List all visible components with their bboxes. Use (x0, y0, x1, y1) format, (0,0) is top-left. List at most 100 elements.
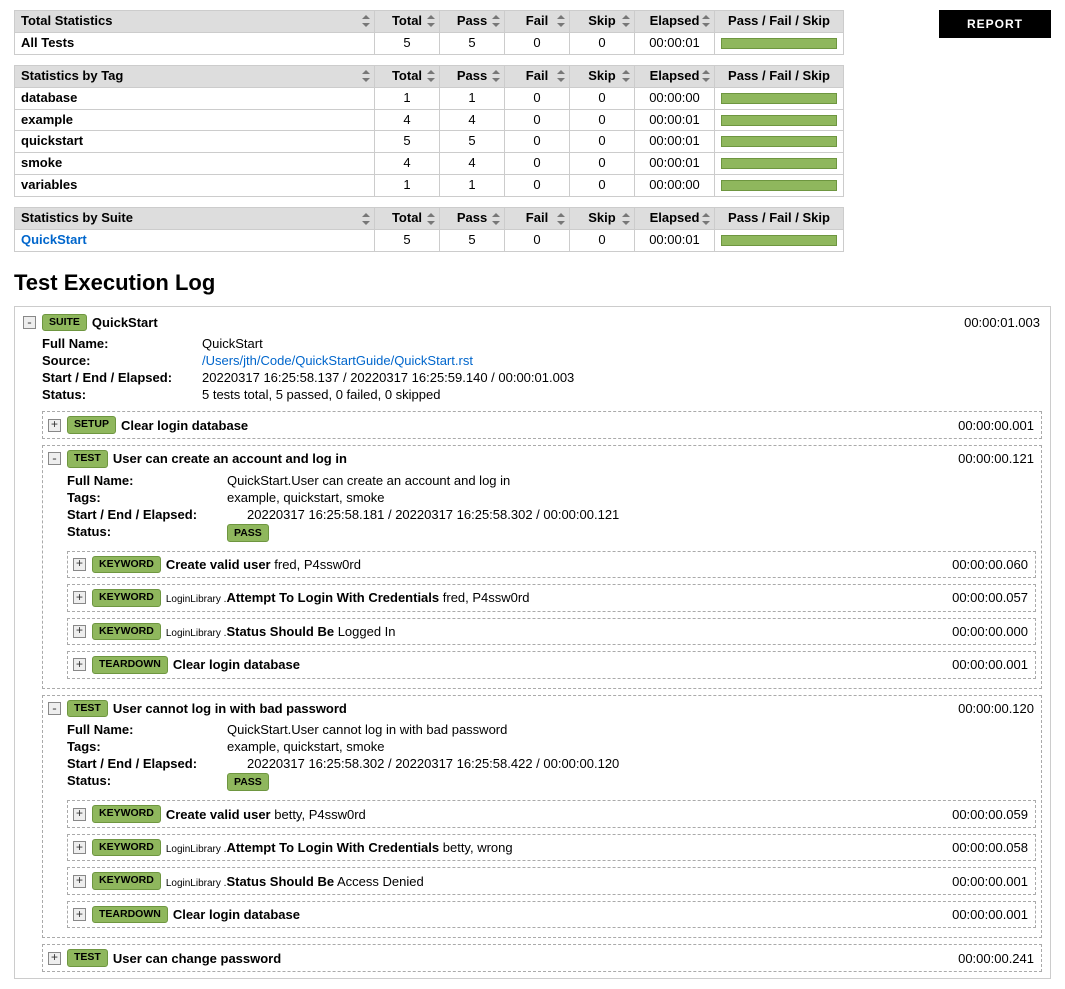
sort-icon[interactable] (622, 213, 630, 225)
keyword-line[interactable]: LoginLibrary .Attempt To Login With Cred… (166, 840, 513, 855)
test-name[interactable]: User cannot log in with bad password (113, 701, 347, 716)
stat-elapsed: 00:00:00 (635, 87, 715, 109)
keyword-args: betty, wrong (443, 840, 513, 855)
pass-fail-bar (721, 136, 837, 147)
full-name-value: QuickStart.User cannot log in with bad p… (227, 722, 507, 737)
col-header[interactable]: Total (375, 65, 440, 87)
col-header[interactable]: Total (375, 11, 440, 33)
sort-icon[interactable] (427, 15, 435, 27)
meta-label: Full Name: (67, 722, 227, 737)
col-header[interactable]: Statistics by Suite (15, 208, 375, 230)
stat-skip: 0 (570, 109, 635, 131)
full-name-value: QuickStart (202, 336, 263, 351)
stat-elapsed: 00:00:01 (635, 230, 715, 252)
meta-label: Tags: (67, 490, 227, 505)
col-header[interactable]: Fail (505, 65, 570, 87)
pass-fail-bar (721, 235, 837, 246)
stat-total: 5 (375, 131, 440, 153)
expand-icon[interactable]: + (73, 591, 86, 604)
source-link[interactable]: /Users/jth/Code/QuickStartGuide/QuickSta… (202, 353, 473, 368)
stat-name: database (21, 90, 77, 105)
col-header[interactable]: Elapsed (635, 208, 715, 230)
pass-fail-bar (721, 180, 837, 191)
status-badge: PASS (227, 524, 269, 542)
expand-icon[interactable]: + (73, 908, 86, 921)
col-header[interactable]: Elapsed (635, 65, 715, 87)
report-button[interactable]: REPORT (939, 10, 1051, 38)
stat-skip: 0 (570, 153, 635, 175)
sort-icon[interactable] (702, 213, 710, 225)
pass-fail-bar (721, 38, 837, 49)
col-header[interactable]: Total Statistics (15, 11, 375, 33)
sort-icon[interactable] (362, 70, 370, 82)
sort-icon[interactable] (492, 15, 500, 27)
sort-icon[interactable] (557, 70, 565, 82)
expand-icon[interactable]: + (48, 952, 61, 965)
table-row: example 4 4 0 0 00:00:01 (15, 109, 844, 131)
expand-icon[interactable]: + (48, 419, 61, 432)
keyword-name: Clear login database (173, 657, 300, 672)
col-header[interactable]: Pass (440, 65, 505, 87)
stat-name: smoke (21, 155, 62, 170)
stat-total: 5 (375, 230, 440, 252)
elapsed-time: 00:00:00.000 (952, 624, 1030, 639)
collapse-icon[interactable]: - (23, 316, 36, 329)
col-header[interactable]: Skip (570, 65, 635, 87)
meta-label: Start / End / Elapsed: (67, 756, 247, 771)
expand-icon[interactable]: + (73, 841, 86, 854)
elapsed-time: 00:00:00.121 (958, 451, 1036, 466)
col-header[interactable]: Fail (505, 11, 570, 33)
keyword-line[interactable]: Clear login database (173, 657, 300, 672)
meta-label: Start / End / Elapsed: (67, 507, 247, 522)
stat-skip: 0 (570, 230, 635, 252)
test-name[interactable]: User can create an account and log in (113, 451, 347, 466)
expand-icon[interactable]: + (73, 658, 86, 671)
suite-name[interactable]: QuickStart (92, 315, 158, 330)
pass-fail-bar (721, 93, 837, 104)
sort-icon[interactable] (557, 15, 565, 27)
keyword-line[interactable]: LoginLibrary .Status Should Be Logged In (166, 624, 396, 639)
stat-total: 4 (375, 109, 440, 131)
sort-icon[interactable] (492, 70, 500, 82)
stat-name: All Tests (21, 35, 74, 50)
keyword-line[interactable]: Create valid user fred, P4ssw0rd (166, 557, 361, 572)
keyword-line[interactable]: LoginLibrary .Attempt To Login With Cred… (166, 590, 530, 605)
stat-pass: 5 (440, 230, 505, 252)
col-header[interactable]: Statistics by Tag (15, 65, 375, 87)
keyword-line[interactable]: Clear login database (173, 907, 300, 922)
keyword-name[interactable]: Clear login database (121, 418, 248, 433)
stat-name: example (21, 112, 73, 127)
table-row: All Tests 5 5 0 0 00:00:01 (15, 32, 844, 54)
sort-icon[interactable] (622, 70, 630, 82)
expand-icon[interactable]: + (73, 875, 86, 888)
stat-pass: 4 (440, 153, 505, 175)
expand-icon[interactable]: + (73, 808, 86, 821)
sort-icon[interactable] (492, 213, 500, 225)
sort-icon[interactable] (427, 213, 435, 225)
sort-icon[interactable] (427, 70, 435, 82)
test-name[interactable]: User can change password (113, 951, 281, 966)
col-header[interactable]: Pass (440, 11, 505, 33)
col-header[interactable]: Fail (505, 208, 570, 230)
pass-fail-bar (721, 115, 837, 126)
collapse-icon[interactable]: - (48, 452, 61, 465)
sort-icon[interactable] (622, 15, 630, 27)
timing-value: 20220317 16:25:58.137 / 20220317 16:25:5… (202, 370, 574, 385)
sort-icon[interactable] (557, 213, 565, 225)
sort-icon[interactable] (362, 213, 370, 225)
col-header[interactable]: Pass (440, 208, 505, 230)
collapse-icon[interactable]: - (48, 702, 61, 715)
col-header[interactable]: Skip (570, 11, 635, 33)
keyword-line[interactable]: LoginLibrary .Status Should Be Access De… (166, 874, 424, 889)
expand-icon[interactable]: + (73, 625, 86, 638)
sort-icon[interactable] (702, 70, 710, 82)
col-header[interactable]: Elapsed (635, 11, 715, 33)
tags-value: example, quickstart, smoke (227, 739, 385, 754)
sort-icon[interactable] (702, 15, 710, 27)
sort-icon[interactable] (362, 15, 370, 27)
suite-link[interactable]: QuickStart (21, 232, 87, 247)
expand-icon[interactable]: + (73, 558, 86, 571)
col-header[interactable]: Skip (570, 208, 635, 230)
col-header[interactable]: Total (375, 208, 440, 230)
keyword-line[interactable]: Create valid user betty, P4ssw0rd (166, 807, 366, 822)
